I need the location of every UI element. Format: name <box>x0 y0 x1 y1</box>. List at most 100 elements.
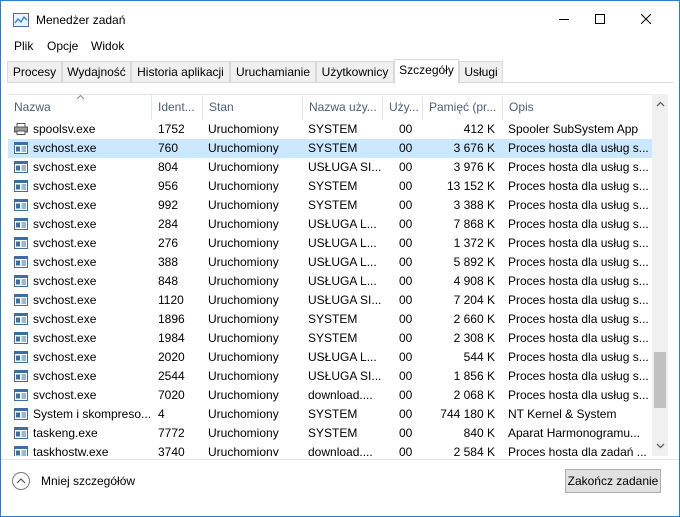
cell-status: Uruchomiony <box>208 160 279 174</box>
table-header: Nazwa Ident... Stan Nazwa uży... Uży... … <box>8 95 652 120</box>
cell-status: Uruchomiony <box>208 407 279 421</box>
tab-label: Usługi <box>464 65 498 79</box>
table-row[interactable]: svchost.exe 2544 Uruchomiony USŁUGA SI... 00… <box>8 367 652 386</box>
table-row[interactable]: svchost.exe 284 Uruchomiony USŁUGA L... 00 7 … <box>8 215 652 234</box>
service-host-icon <box>14 389 28 401</box>
cell-memory: 2 308 K <box>453 331 495 345</box>
table-row[interactable]: svchost.exe 388 Uruchomiony USŁUGA L... 00 5 … <box>8 253 652 272</box>
details-table: Nazwa Ident... Stan Nazwa uży... Uży... … <box>8 94 668 456</box>
menu-options[interactable]: Opcje <box>47 39 78 53</box>
column-header-pid[interactable]: Ident... <box>152 95 202 120</box>
table-row[interactable]: spoolsv.exe 1752 Uruchomiony SYSTEM 00 412 K S… <box>8 120 652 139</box>
cell-desc: Proces hosta dla usług s... <box>508 255 648 269</box>
table-row[interactable]: svchost.exe 848 Uruchomiony USŁUGA L... 00 4 … <box>8 272 652 291</box>
cell-name: svchost.exe <box>33 350 97 364</box>
cell-memory: 744 180 K <box>440 407 495 421</box>
maximize-button[interactable] <box>577 1 623 37</box>
cell-user: USŁUGA L... <box>308 350 377 364</box>
service-host-icon <box>14 142 28 154</box>
end-task-button[interactable]: Zakończ zadanie <box>565 469 661 493</box>
table-row[interactable]: System i skompreso... 4 Uruchomiony SYSTEM 0… <box>8 405 652 424</box>
table-row[interactable]: svchost.exe 7020 Uruchomiony download.... 00… <box>8 386 652 405</box>
cell-memory: 412 K <box>463 122 495 136</box>
cell-name: System i skompreso... <box>33 407 151 421</box>
tab-label: Uruchamianie <box>235 65 311 79</box>
tab-processes[interactable]: Procesy <box>7 61 62 83</box>
chevron-up-icon <box>656 101 664 107</box>
scroll-up-button[interactable] <box>652 96 668 112</box>
tab-performance[interactable]: Wydajność <box>62 61 131 83</box>
table-row[interactable]: taskhostw.exe 3740 Uruchomiony download....… <box>8 443 652 456</box>
cell-user: USŁUGA SI... <box>308 160 382 174</box>
service-host-icon <box>14 180 28 192</box>
cell-memory: 840 K <box>463 426 495 440</box>
cell-session: 00 <box>399 445 413 456</box>
cell-pid: 1984 <box>158 331 185 345</box>
cell-pid: 760 <box>158 141 179 155</box>
column-header-user[interactable]: Nazwa uży... <box>303 95 382 120</box>
cell-name: svchost.exe <box>33 179 97 193</box>
cell-desc: Aparat Harmonogramu... <box>508 426 641 440</box>
column-header-label: Stan <box>209 100 234 114</box>
column-header-session[interactable]: Uży... <box>383 95 422 120</box>
cell-session: 00 <box>399 331 413 345</box>
column-header-description[interactable]: Opis <box>503 95 652 120</box>
cell-memory: 2 660 K <box>453 312 495 326</box>
cell-user: SYSTEM <box>308 122 358 136</box>
cell-memory: 3 976 K <box>453 160 495 174</box>
table-row[interactable]: svchost.exe 1984 Uruchomiony SYSTEM 00 2 308 … <box>8 329 652 348</box>
service-host-icon <box>14 427 28 439</box>
cell-name: svchost.exe <box>33 312 97 326</box>
table-row[interactable]: svchost.exe 2020 Uruchomiony USŁUGA L... 00 5… <box>8 348 652 367</box>
tab-app-history[interactable]: Historia aplikacji <box>131 61 230 83</box>
table-row[interactable]: svchost.exe 956 Uruchomiony SYSTEM 00 13 152 … <box>8 177 652 196</box>
column-header-name[interactable]: Nazwa <box>8 95 151 120</box>
tab-label: Użytkownicy <box>321 65 389 79</box>
cell-desc: Spooler SubSystem App <box>508 122 639 136</box>
scroll-down-button[interactable] <box>652 438 668 454</box>
menu-file[interactable]: Plik <box>14 39 33 53</box>
service-host-icon <box>14 332 28 344</box>
task-manager-icon <box>13 13 29 27</box>
cell-name: svchost.exe <box>33 293 97 307</box>
table-row[interactable]: svchost.exe 1896 Uruchomiony SYSTEM 00 2 660 … <box>8 310 652 329</box>
table-row[interactable]: svchost.exe 804 Uruchomiony USŁUGA SI... 00 3… <box>8 158 652 177</box>
fewer-details-button[interactable]: Mniej szczegółów <box>12 470 135 492</box>
vertical-scrollbar[interactable] <box>652 94 668 456</box>
cell-desc: Proces hosta dla usług s... <box>508 293 648 307</box>
cell-memory: 4 908 K <box>453 274 495 288</box>
table-row[interactable]: taskeng.exe 7772 Uruchomiony SYSTEM 00 840 K A… <box>8 424 652 443</box>
cell-memory: 7 204 K <box>453 293 495 307</box>
cell-status: Uruchomiony <box>208 274 279 288</box>
cell-name: svchost.exe <box>33 331 97 345</box>
cell-session: 00 <box>399 293 413 307</box>
menu-view[interactable]: Widok <box>91 39 124 53</box>
cell-status: Uruchomiony <box>208 312 279 326</box>
table-row[interactable]: svchost.exe 992 Uruchomiony SYSTEM 00 3 388 K… <box>8 196 652 215</box>
cell-pid: 3740 <box>158 445 185 456</box>
cell-pid: 956 <box>158 179 179 193</box>
close-button[interactable] <box>623 1 669 37</box>
cell-pid: 2020 <box>158 350 185 364</box>
maximize-icon <box>595 14 605 24</box>
cell-status: Uruchomiony <box>208 331 279 345</box>
cell-session: 00 <box>399 426 413 440</box>
table-row[interactable]: svchost.exe 1120 Uruchomiony USŁUGA SI... 00… <box>8 291 652 310</box>
tab-services[interactable]: Usługi <box>459 61 503 83</box>
cell-pid: 2544 <box>158 369 185 383</box>
cell-desc: Proces hosta dla usług s... <box>508 331 648 345</box>
table-row[interactable]: svchost.exe 276 Uruchomiony USŁUGA L... 00 1 … <box>8 234 652 253</box>
column-header-label: Opis <box>509 100 534 114</box>
tab-startup[interactable]: Uruchamianie <box>230 61 316 83</box>
column-header-status[interactable]: Stan <box>203 95 302 120</box>
title-bar[interactable]: Menedżer zadań <box>1 1 679 37</box>
scroll-thumb[interactable] <box>654 352 666 408</box>
tab-details[interactable]: Szczegóły <box>394 59 459 84</box>
cell-user: SYSTEM <box>308 312 358 326</box>
service-host-icon <box>14 275 28 287</box>
cell-desc: Proces hosta dla usług s... <box>508 274 648 288</box>
tab-users[interactable]: Użytkownicy <box>316 61 394 83</box>
column-header-memory[interactable]: Pamięć (pr... <box>423 95 502 120</box>
table-row[interactable]: svchost.exe 760 Uruchomiony SYSTEM 00 3 676 K… <box>8 139 652 158</box>
cell-desc: Proces hosta dla usług s... <box>508 312 648 326</box>
